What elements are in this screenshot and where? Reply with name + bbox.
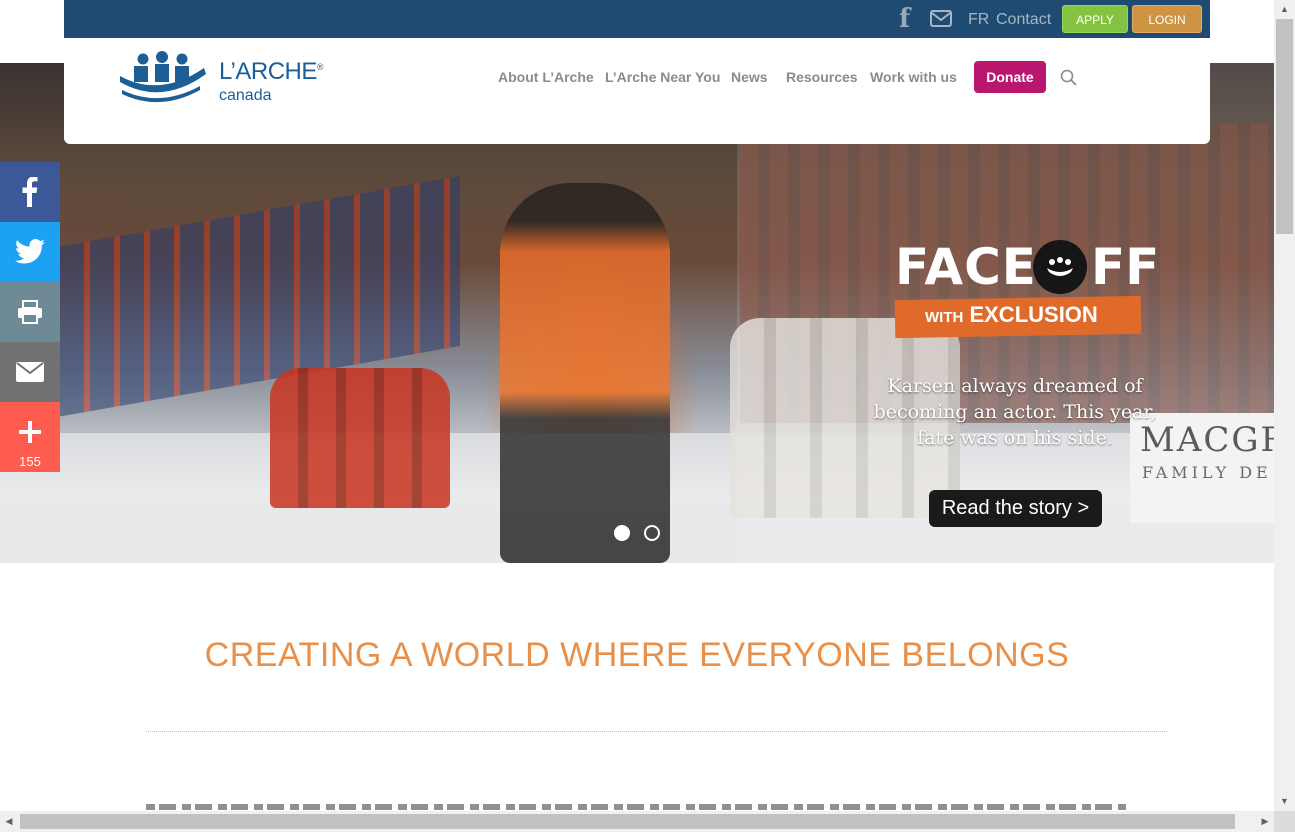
share-facebook-button[interactable]	[0, 162, 60, 222]
scroll-right-icon[interactable]: ▶	[1256, 811, 1274, 832]
vertical-scrollbar[interactable]: ▲ ▼	[1274, 0, 1295, 811]
plus-icon	[0, 402, 60, 462]
scrollbar-corner	[1274, 811, 1295, 832]
apply-button[interactable]: APPLY	[1062, 5, 1128, 33]
horizontal-scrollbar[interactable]: ◀ ▶	[0, 811, 1274, 832]
campaign-tagline-small: WITH	[925, 309, 964, 326]
campaign-title-part1: FACE	[895, 238, 1037, 296]
share-email-button[interactable]	[0, 342, 60, 402]
scroll-left-icon[interactable]: ◀	[0, 811, 18, 832]
registered-mark: ®	[316, 62, 324, 72]
hero-caption: Karsen always dreamed of becoming an act…	[873, 375, 1157, 449]
campaign-logo: FACE FF WITH EXCLUSION	[894, 238, 1159, 339]
scroll-down-icon[interactable]: ▼	[1274, 792, 1295, 810]
search-icon[interactable]	[1060, 69, 1078, 87]
email-icon	[0, 342, 60, 402]
print-button[interactable]	[0, 282, 60, 342]
language-toggle[interactable]: FR	[968, 11, 989, 29]
hero-team-left	[270, 368, 450, 508]
nav-news[interactable]: News	[731, 69, 768, 85]
slider-dot-1[interactable]	[614, 525, 630, 541]
facebook-icon	[0, 162, 60, 222]
logo-subtitle: canada	[219, 87, 272, 104]
nav-resources[interactable]: Resources	[786, 69, 858, 85]
slider-dot-2[interactable]	[644, 525, 660, 541]
intro-text-cutoff	[146, 800, 1146, 810]
contact-link[interactable]: Contact	[996, 11, 1051, 29]
divider	[146, 731, 1167, 732]
larche-logo-icon	[120, 51, 206, 103]
mail-icon[interactable]	[930, 10, 952, 27]
nav-about[interactable]: About L’Arche	[498, 69, 594, 85]
site-logo[interactable]: L’ARCHE® canada	[120, 46, 324, 110]
horizontal-scroll-thumb[interactable]	[20, 814, 1235, 829]
larche-emblem-icon	[1033, 240, 1087, 294]
page-headline: CREATING A WORLD WHERE EVERYONE BELONGS	[204, 636, 1070, 674]
twitter-icon	[0, 222, 60, 282]
logo-title: L’ARCHE®	[219, 58, 324, 85]
utility-bar: f FR Contact APPLY LOGIN	[64, 0, 1210, 38]
donate-button[interactable]: Donate	[974, 61, 1046, 93]
scroll-up-icon[interactable]: ▲	[1274, 0, 1295, 18]
facebook-icon[interactable]: f	[899, 6, 919, 32]
campaign-tagline: WITH EXCLUSION	[925, 302, 1098, 328]
read-story-button[interactable]: Read the story >	[929, 490, 1102, 527]
nav-work-with-us[interactable]: Work with us	[870, 69, 957, 85]
login-button[interactable]: LOGIN	[1132, 5, 1202, 33]
print-icon	[0, 282, 60, 342]
hero-person	[500, 183, 670, 563]
share-more-button[interactable]: 155	[0, 402, 60, 472]
nav-near-you[interactable]: L’Arche Near You	[605, 69, 720, 85]
share-count: 155	[19, 454, 41, 469]
campaign-tagline-main: EXCLUSION	[969, 302, 1098, 327]
share-twitter-button[interactable]	[0, 222, 60, 282]
campaign-title-part2: FF	[1091, 238, 1160, 296]
site-header: L’ARCHE® canada About L’Arche L’Arche Ne…	[64, 38, 1210, 144]
rink-sign-subtitle: FAMILY DE	[1142, 463, 1272, 482]
vertical-scroll-thumb[interactable]	[1276, 19, 1293, 234]
